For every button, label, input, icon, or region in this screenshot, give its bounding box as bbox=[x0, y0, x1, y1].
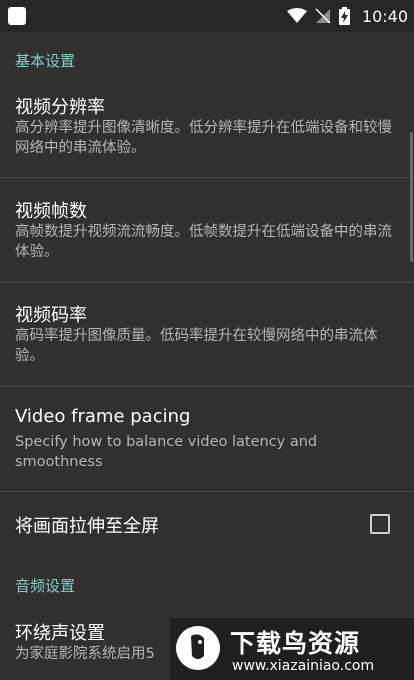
category-basic-settings: 基本设置 bbox=[15, 52, 76, 70]
watermark-logo-icon bbox=[176, 626, 220, 670]
pref-title: 环绕声设置 bbox=[15, 623, 105, 644]
pref-title: 视频码率 bbox=[15, 305, 87, 326]
watermark-title: 下载鸟资源 bbox=[230, 629, 361, 658]
pref-video-bitrate[interactable]: 视频码率 高码率提升图像质量。低码率提升在较慢网络中的串流体验。 bbox=[0, 283, 414, 387]
pref-summary: 高码率提升图像质量。低码率提升在较慢网络中的串流体验。 bbox=[15, 328, 378, 364]
wifi-icon bbox=[286, 8, 307, 23]
pref-summary: 高分辨率提升图像清晰度。低分辨率提升在低端设备和较慢网络中的串流体验。 bbox=[15, 120, 392, 156]
pref-title: 视频分辨率 bbox=[15, 97, 105, 118]
pref-video-resolution[interactable]: 视频分辨率 高分辨率提升图像清晰度。低分辨率提升在低端设备和较慢网络中的串流体验… bbox=[0, 80, 414, 176]
pref-stretch-fullscreen[interactable]: 将画面拉伸至全屏 bbox=[0, 492, 414, 562]
no-signal-icon bbox=[315, 8, 331, 24]
pref-video-fps[interactable]: 视频帧数 高帧数提升视频流流畅度。低帧数提升在低端设备中的串流体验。 bbox=[0, 178, 414, 282]
pref-video-frame-pacing[interactable]: Video frame pacing Specify how to balanc… bbox=[0, 387, 414, 491]
watermark-url: www.xiazainiao.com bbox=[232, 658, 375, 674]
scrollbar[interactable] bbox=[410, 132, 413, 262]
status-icons: 10:40 bbox=[286, 0, 408, 32]
app-notification-icon bbox=[8, 7, 26, 25]
category-audio-settings: 音频设置 bbox=[15, 577, 76, 595]
status-bar: 10:40 bbox=[0, 0, 414, 32]
pref-title: 视频帧数 bbox=[15, 201, 87, 222]
settings-list[interactable]: 基本设置 视频分辨率 高分辨率提升图像清晰度。低分辨率提升在低端设备和较慢网络中… bbox=[0, 32, 414, 680]
clock: 10:40 bbox=[361, 6, 408, 26]
pref-summary: Specify how to balance video latency and… bbox=[15, 434, 318, 470]
stretch-fullscreen-checkbox[interactable] bbox=[370, 514, 390, 534]
battery-charging-icon bbox=[338, 7, 350, 25]
watermark: 下载鸟资源 www.xiazainiao.com bbox=[170, 618, 414, 680]
pref-summary: 高帧数提升视频流流畅度。低帧数提升在低端设备中的串流体验。 bbox=[15, 224, 392, 260]
pref-title: 将画面拉伸至全屏 bbox=[15, 516, 159, 537]
pref-title: Video frame pacing bbox=[15, 406, 191, 427]
